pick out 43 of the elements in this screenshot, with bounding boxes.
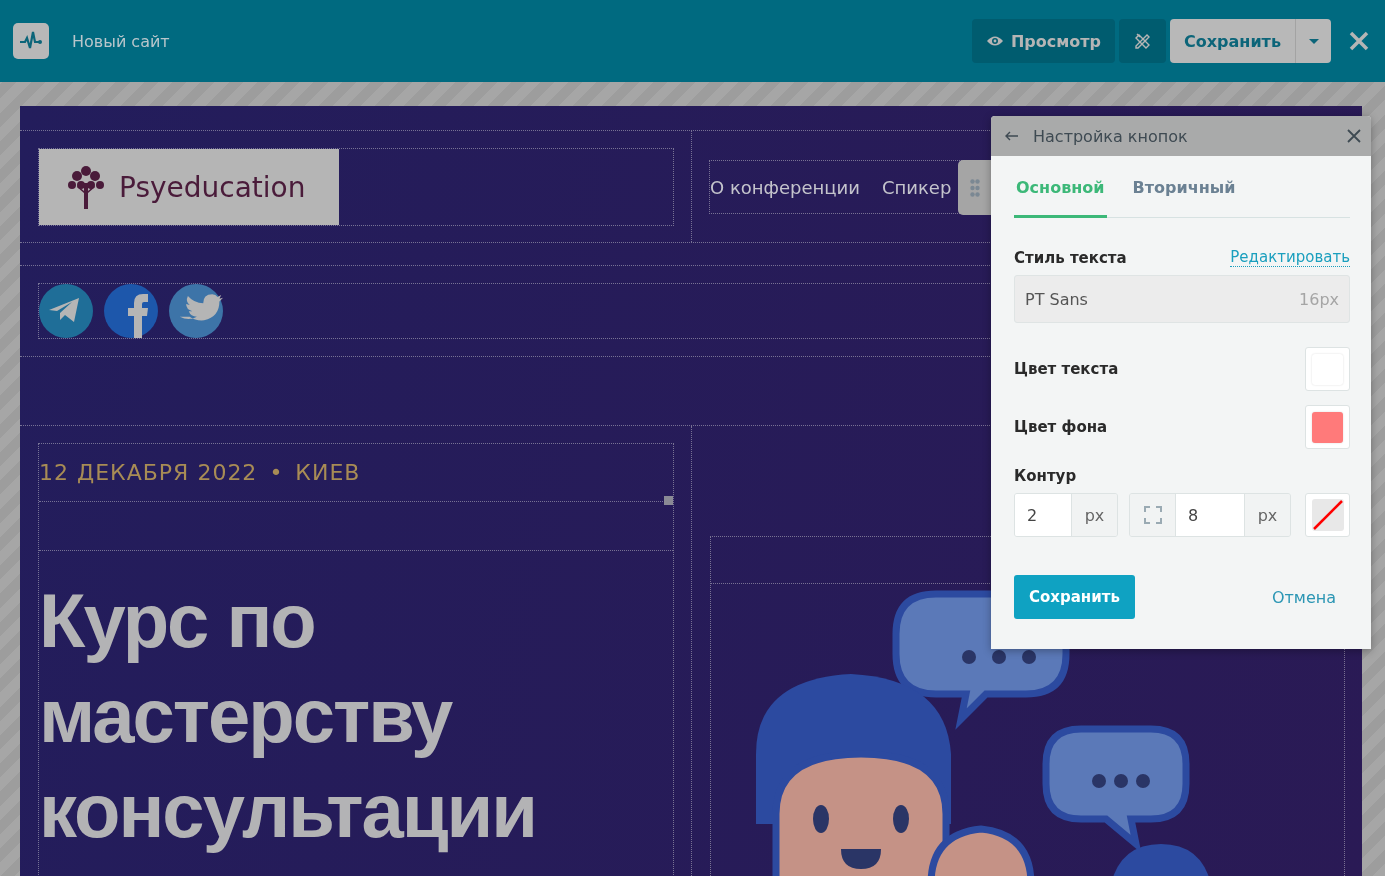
close-button[interactable] (1347, 129, 1361, 143)
tree-icon (65, 163, 107, 211)
corners-icon (1143, 506, 1162, 524)
tab[interactable]: Вторичный (1130, 176, 1238, 218)
nav-link[interactable]: Спикер (881, 176, 952, 198)
logo-text: Psyeducation (119, 170, 306, 204)
tab[interactable]: Основной (1014, 176, 1107, 218)
color-swatch[interactable] (1305, 405, 1350, 449)
separator-dot: • (269, 460, 284, 485)
outline-label: Контур (1014, 467, 1078, 485)
background-color-label: Цвет фона (1014, 418, 1108, 436)
outline-width-field[interactable]: 2 px (1014, 493, 1118, 537)
close-icon (1349, 31, 1369, 51)
back-button[interactable] (1005, 131, 1019, 141)
twitter-icon[interactable] (169, 284, 223, 338)
design-tools-button[interactable] (1119, 19, 1167, 63)
no-color-icon (1311, 499, 1344, 531)
telegram-icon[interactable] (39, 284, 93, 338)
outline-color-swatch[interactable] (1305, 493, 1350, 537)
grip-icon (970, 178, 980, 197)
color-swatch[interactable] (1305, 347, 1350, 391)
event-city: КИЕВ (295, 460, 361, 485)
panel-title: Настройка кнопок (1033, 126, 1189, 146)
event-date: 12 ДЕКАБРЯ 2022 (39, 460, 258, 485)
close-icon (1347, 129, 1361, 143)
resize-handle[interactable] (664, 496, 673, 505)
app-logo-icon[interactable] (13, 23, 49, 59)
edit-link[interactable]: Редактировать (1230, 248, 1350, 267)
text-color-label: Цвет текста (1014, 360, 1119, 378)
text-style-label: Стиль текста (1014, 248, 1127, 267)
cancel-link[interactable]: Отмена (1271, 587, 1336, 607)
facebook-icon[interactable] (104, 284, 158, 338)
hero-heading: Курс по мастерству консультации (39, 577, 537, 855)
corner-radius-field[interactable]: 8 px (1129, 493, 1291, 537)
nav-link[interactable]: О конференции (710, 176, 860, 198)
save-button[interactable]: Сохранить (1014, 575, 1135, 619)
preview-button[interactable]: Просмотр (971, 19, 1116, 63)
caret-icon (1308, 38, 1319, 44)
eye-icon (985, 35, 1004, 47)
site-name: Новый сайт (72, 31, 171, 51)
back-arrow-icon (1005, 131, 1019, 141)
font-field[interactable]: PT Sans 16px (1014, 275, 1350, 323)
drag-handle[interactable] (958, 160, 992, 215)
